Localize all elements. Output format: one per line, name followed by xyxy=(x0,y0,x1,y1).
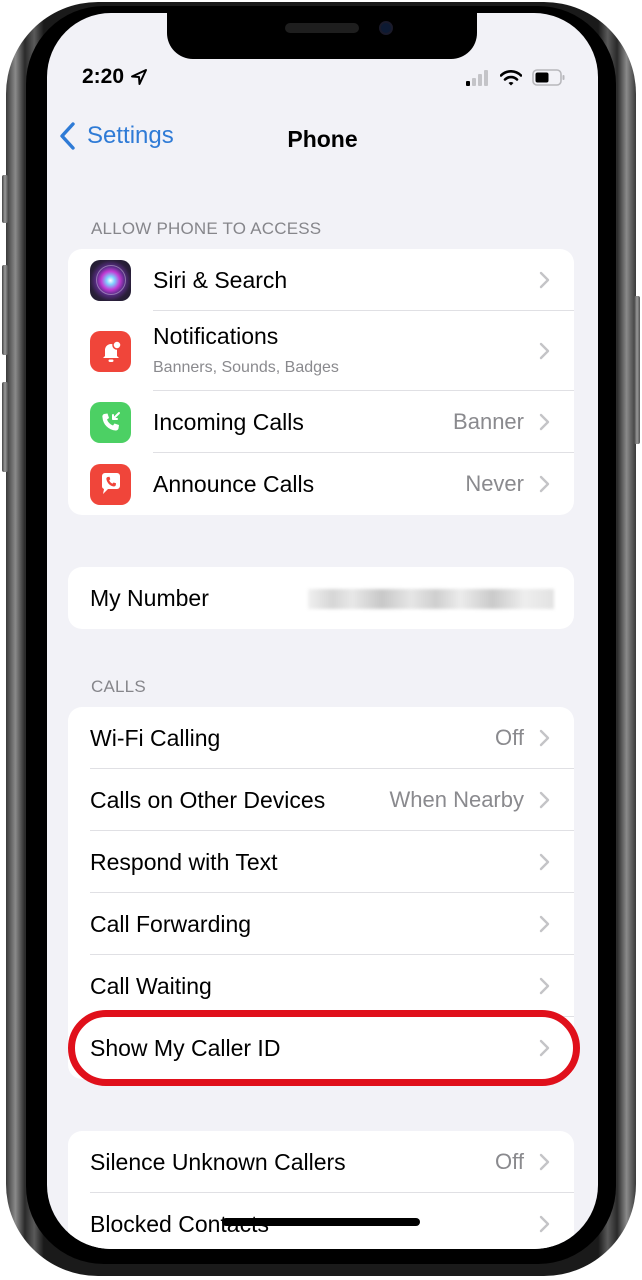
chevron-right-icon xyxy=(539,729,550,747)
row-value: Banner xyxy=(453,409,524,434)
incoming-call-icon xyxy=(90,401,131,443)
row-subtitle: Banners, Sounds, Badges xyxy=(153,359,339,376)
section-header-access: ALLOW PHONE TO ACCESS xyxy=(91,219,322,238)
section-header-calls: CALLS xyxy=(91,677,146,696)
chevron-right-icon xyxy=(539,853,550,871)
row-value: Never xyxy=(465,471,524,496)
home-indicator[interactable] xyxy=(222,1218,420,1226)
row-silence-unknown-callers[interactable]: Silence Unknown Callers Off xyxy=(68,1131,574,1193)
row-label: Announce Calls xyxy=(153,470,315,497)
row-value: Off xyxy=(495,725,524,750)
wifi-icon xyxy=(500,69,522,85)
row-label: Call Waiting xyxy=(90,972,212,999)
row-label: My Number xyxy=(90,584,209,611)
row-announce-calls[interactable]: Announce Calls Never xyxy=(68,453,574,515)
earpiece-speaker xyxy=(285,23,359,33)
silent-switch xyxy=(2,175,8,223)
notifications-bell-icon xyxy=(90,330,131,372)
announce-calls-icon xyxy=(90,463,131,505)
highlight-annotation-ring xyxy=(68,1010,580,1086)
chevron-right-icon xyxy=(539,271,550,289)
access-card: Siri & Search Notifications Banners, Sou… xyxy=(68,249,574,515)
row-label: Wi-Fi Calling xyxy=(90,724,221,751)
row-notifications[interactable]: Notifications Banners, Sounds, Badges xyxy=(68,311,574,391)
chevron-right-icon xyxy=(539,1215,550,1233)
volume-up-button xyxy=(2,265,8,355)
page-title: Phone xyxy=(287,126,358,152)
front-camera xyxy=(379,21,393,35)
location-arrow-icon xyxy=(131,69,148,85)
battery-icon xyxy=(532,69,565,86)
row-label: Respond with Text xyxy=(90,848,278,875)
volume-down-button xyxy=(2,382,8,472)
chevron-right-icon xyxy=(539,475,550,493)
chevron-right-icon xyxy=(539,977,550,995)
power-button xyxy=(634,296,640,444)
time-label: 2:20 xyxy=(82,65,125,88)
row-incoming-calls[interactable]: Incoming Calls Banner xyxy=(68,391,574,453)
chevron-right-icon xyxy=(539,791,550,809)
row-label: Notifications xyxy=(153,323,279,349)
row-my-number[interactable]: My Number xyxy=(68,567,574,629)
row-label: Incoming Calls xyxy=(153,408,304,435)
my-number-card: My Number xyxy=(68,567,574,629)
row-value: Off xyxy=(495,1149,524,1174)
row-value: When Nearby xyxy=(389,787,524,812)
row-respond-with-text[interactable]: Respond with Text xyxy=(68,831,574,893)
row-call-waiting[interactable]: Call Waiting xyxy=(68,955,574,1017)
chevron-right-icon xyxy=(539,1153,550,1171)
siri-icon xyxy=(90,259,131,301)
row-label: Calls on Other Devices xyxy=(90,786,326,813)
chevron-right-icon xyxy=(539,342,550,360)
chevron-right-icon xyxy=(539,413,550,431)
status-icons xyxy=(466,69,566,86)
chevron-right-icon xyxy=(539,915,550,933)
row-call-forwarding[interactable]: Call Forwarding xyxy=(68,893,574,955)
status-bar-time: 2:20 xyxy=(82,65,148,89)
row-wifi-calling[interactable]: Wi-Fi Calling Off xyxy=(68,707,574,769)
row-calls-other-devices[interactable]: Calls on Other Devices When Nearby xyxy=(68,769,574,831)
cellular-signal-icon xyxy=(466,69,488,86)
notch xyxy=(167,13,477,59)
row-label: Call Forwarding xyxy=(90,910,252,937)
row-label: Siri & Search xyxy=(153,266,288,293)
row-label: Silence Unknown Callers xyxy=(90,1148,346,1175)
blocking-card: Silence Unknown Callers Off Blocked Cont… xyxy=(68,1131,574,1249)
phone-number-obscured xyxy=(308,589,554,609)
row-siri-search[interactable]: Siri & Search xyxy=(68,249,574,311)
